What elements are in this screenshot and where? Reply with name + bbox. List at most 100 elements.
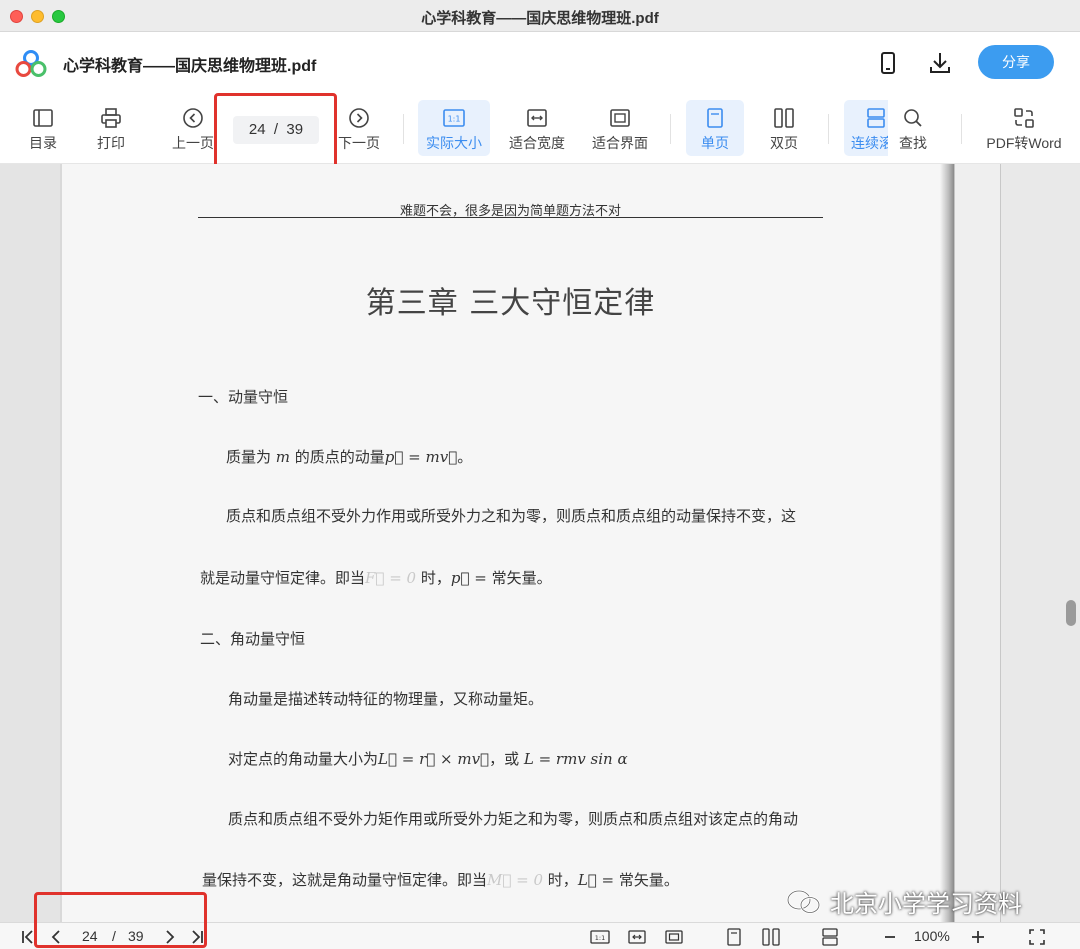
text-fragment: ，或 bbox=[489, 750, 524, 768]
paragraph-momentum-conservation-line2: 就是动量守恒定律。即当F⃗ = 0 时，p⃗ = 常矢量。 bbox=[200, 567, 552, 588]
page-margin-left bbox=[0, 164, 60, 922]
printer-icon bbox=[101, 108, 121, 128]
highlight-box-top bbox=[214, 93, 337, 169]
print-label: 打印 bbox=[97, 135, 125, 151]
fit-page-button[interactable]: 适合界面 bbox=[588, 100, 652, 156]
continuous-scroll-icon bbox=[867, 108, 885, 128]
text-fragment: 。 bbox=[457, 448, 473, 466]
actual-size-glyph: 1:1 bbox=[448, 115, 461, 124]
chevron-left-circle-icon bbox=[183, 108, 203, 128]
toolbar-divider bbox=[670, 114, 671, 144]
math-angular-momentum-vector: L⃗ = r⃗ × mv⃗ bbox=[378, 750, 490, 768]
print-button[interactable]: 打印 bbox=[90, 100, 132, 156]
text-fragment: 的质点的动量 bbox=[290, 448, 385, 466]
toolbar-divider bbox=[828, 114, 829, 144]
pdf-to-word-label: PDF转Word bbox=[986, 135, 1062, 151]
search-icon bbox=[904, 109, 922, 127]
window-titlebar: 心学科教育——国庆思维物理班.pdf bbox=[0, 0, 1080, 32]
math-momentum-equation: p⃗ = mv⃗ bbox=[384, 448, 458, 466]
next-page-label: 下一页 bbox=[338, 135, 380, 151]
actual-size-icon[interactable]: 1:1 bbox=[590, 927, 610, 947]
math-angular-momentum: L⃗ = bbox=[577, 871, 615, 889]
toc-icon bbox=[33, 109, 53, 127]
single-page-icon[interactable] bbox=[724, 927, 744, 947]
continuous-scroll-button[interactable]: 连续滚 bbox=[844, 100, 888, 156]
fit-width-icon bbox=[527, 109, 547, 127]
pdf-to-word-button[interactable]: PDF转Word bbox=[984, 100, 1064, 156]
fit-width-icon[interactable] bbox=[627, 927, 647, 947]
paragraph-angular-conservation-line1: 质点和质点组不受外力矩作用或所受外力矩之和为零，则质点和质点组对该定点的角动 bbox=[228, 810, 799, 828]
math-m: m bbox=[275, 448, 291, 466]
highlight-box-bottom bbox=[34, 892, 207, 948]
search-label: 查找 bbox=[899, 135, 927, 151]
window-title: 心学科教育——国庆思维物理班.pdf bbox=[421, 10, 659, 27]
toolbar: 目录 打印 上一页 24 / 39 下一页 1:1 实际大小 适合宽度 适合界面… bbox=[0, 93, 1080, 169]
math-momentum: p⃗ = bbox=[450, 569, 487, 587]
app-header: 心学科教育——国庆思维物理班.pdf 分享 bbox=[0, 32, 1080, 94]
fit-page-label: 适合界面 bbox=[592, 135, 648, 151]
phone-icon[interactable] bbox=[875, 50, 901, 76]
single-page-icon bbox=[707, 108, 723, 128]
header-rule bbox=[198, 217, 823, 218]
zoom-in-icon[interactable] bbox=[968, 927, 988, 947]
double-page-icon[interactable] bbox=[761, 927, 781, 947]
watermark-text: 北京小学学习资料 bbox=[830, 890, 1022, 918]
continuous-scroll-icon[interactable] bbox=[820, 927, 840, 947]
text-fragment: 常矢量。 bbox=[614, 871, 679, 889]
vertical-scrollbar-thumb[interactable] bbox=[1066, 600, 1076, 626]
double-page-icon bbox=[774, 108, 794, 128]
actual-size-icon: 1:1 bbox=[443, 109, 465, 127]
text-fragment: 对定点的角动量大小为 bbox=[228, 750, 379, 768]
fit-width-label: 适合宽度 bbox=[509, 135, 565, 151]
math-angular-momentum-scalar: L = rmv sin α bbox=[523, 750, 628, 768]
double-page-button[interactable]: 双页 bbox=[760, 100, 808, 156]
section-heading-angular-momentum: 二、角动量守恒 bbox=[200, 630, 306, 648]
toc-label: 目录 bbox=[29, 135, 57, 151]
paragraph-angular-momentum-formula: 对定点的角动量大小为L⃗ = r⃗ × mv⃗，或 L = rmv sin α bbox=[228, 748, 628, 769]
app-logo-icon bbox=[15, 50, 47, 77]
text-fragment: 时， bbox=[416, 569, 451, 587]
single-page-label: 单页 bbox=[701, 135, 729, 151]
fit-page-icon[interactable] bbox=[664, 927, 684, 947]
status-actual-size-glyph: 1:1 bbox=[595, 934, 605, 942]
page-fold-shadow bbox=[940, 164, 954, 922]
adjacent-page-edge bbox=[954, 164, 1000, 922]
section-heading-momentum: 一、动量守恒 bbox=[198, 388, 289, 406]
wechat-icon bbox=[786, 889, 821, 914]
zoom-level: 100% bbox=[914, 928, 950, 944]
toolbar-divider bbox=[961, 114, 962, 144]
single-page-button[interactable]: 单页 bbox=[686, 100, 744, 156]
share-button[interactable]: 分享 bbox=[978, 45, 1054, 79]
convert-icon bbox=[1014, 108, 1034, 128]
fit-page-icon bbox=[610, 109, 630, 127]
math-force-zero: F⃗ = 0 bbox=[365, 569, 417, 587]
paragraph-momentum-definition: 质量为 m 的质点的动量p⃗ = mv⃗。 bbox=[226, 446, 472, 467]
fullscreen-icon[interactable] bbox=[1027, 927, 1047, 947]
viewport-right-gutter bbox=[1000, 164, 1080, 922]
fit-width-button[interactable]: 适合宽度 bbox=[505, 100, 569, 156]
continuous-scroll-label: 连续滚 bbox=[851, 135, 888, 151]
text-fragment: 常矢量。 bbox=[486, 569, 552, 587]
text-fragment: 就是动量守恒定律。即当 bbox=[200, 569, 366, 587]
toc-button[interactable]: 目录 bbox=[22, 100, 64, 156]
download-icon[interactable] bbox=[927, 50, 953, 76]
search-button[interactable]: 查找 bbox=[890, 100, 936, 156]
paragraph-momentum-conservation-line1: 质点和质点组不受外力作用或所受外力之和为零，则质点和质点组的动量保持不变，这 bbox=[226, 507, 797, 525]
paragraph-angular-momentum-definition: 角动量是描述转动特征的物理量，又称动量矩。 bbox=[228, 690, 544, 708]
text-fragment: 量保持不变，这就是角动量守恒定律。即当 bbox=[202, 871, 488, 889]
document-title: 心学科教育——国庆思维物理班.pdf bbox=[63, 58, 317, 75]
document-viewport[interactable]: 难题不会，很多是因为简单题方法不对 第三章 三大守恒定律 一、动量守恒 质量为 … bbox=[0, 164, 1080, 922]
chapter-title: 第三章 三大守恒定律 bbox=[365, 286, 656, 321]
actual-size-button[interactable]: 1:1 实际大小 bbox=[418, 100, 490, 156]
text-fragment: 时， bbox=[543, 871, 578, 889]
double-page-label: 双页 bbox=[770, 135, 798, 151]
chevron-right-circle-icon bbox=[349, 108, 369, 128]
next-page-button[interactable]: 下一页 bbox=[336, 100, 382, 156]
zoom-out-icon[interactable] bbox=[880, 927, 900, 947]
toolbar-divider bbox=[403, 114, 404, 144]
actual-size-label: 实际大小 bbox=[426, 135, 482, 151]
text-fragment: 质量为 bbox=[226, 448, 276, 466]
prev-page-label: 上一页 bbox=[172, 135, 214, 151]
prev-page-button[interactable]: 上一页 bbox=[170, 100, 216, 156]
math-torque-zero: M⃗ = 0 bbox=[487, 871, 544, 889]
